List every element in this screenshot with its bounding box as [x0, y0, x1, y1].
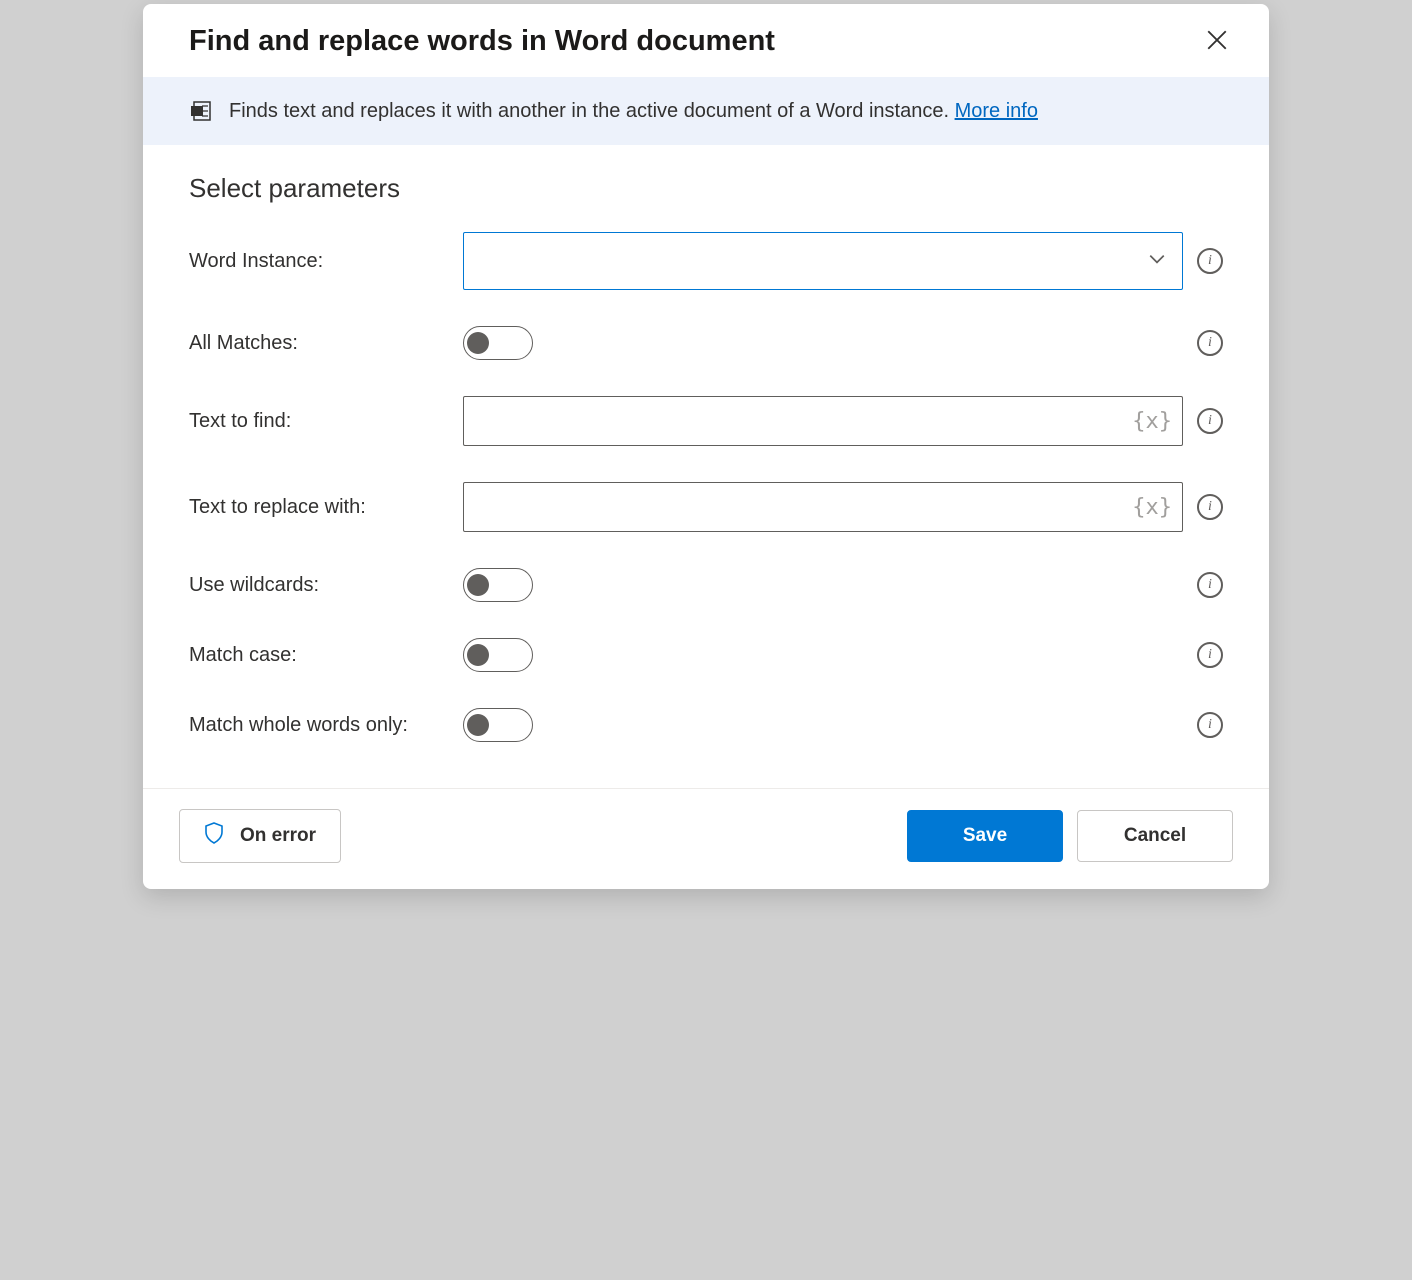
toggle-knob: [467, 644, 489, 666]
match-case-toggle[interactable]: [463, 638, 533, 672]
info-icon[interactable]: i: [1197, 494, 1223, 520]
label-word-instance: Word Instance:: [189, 250, 449, 273]
footer-actions: Save Cancel: [907, 810, 1233, 862]
variable-icon[interactable]: {x}: [1132, 495, 1172, 520]
on-error-button[interactable]: On error: [179, 809, 341, 863]
variable-icon[interactable]: {x}: [1132, 409, 1172, 434]
dialog: Find and replace words in Word document …: [143, 4, 1269, 889]
info-icon[interactable]: i: [1197, 248, 1223, 274]
info-icon[interactable]: i: [1197, 572, 1223, 598]
text-to-replace-input-wrapper: {x}: [463, 482, 1183, 532]
info-icon[interactable]: i: [1197, 330, 1223, 356]
dialog-body: Select parameters Word Instance: i All M…: [143, 145, 1269, 788]
row-word-instance: Word Instance: i: [189, 232, 1223, 290]
info-icon[interactable]: i: [1197, 408, 1223, 434]
close-button[interactable]: [1201, 24, 1233, 59]
toggle-knob: [467, 714, 489, 736]
on-error-label: On error: [240, 825, 316, 847]
label-all-matches: All Matches:: [189, 332, 449, 355]
save-button[interactable]: Save: [907, 810, 1063, 862]
word-instance-dropdown[interactable]: [463, 232, 1183, 290]
all-matches-toggle[interactable]: [463, 326, 533, 360]
dialog-header: Find and replace words in Word document: [143, 4, 1269, 77]
toggle-knob: [467, 574, 489, 596]
info-text: Finds text and replaces it with another …: [229, 100, 1038, 123]
info-icon[interactable]: i: [1197, 642, 1223, 668]
more-info-link[interactable]: More info: [955, 100, 1038, 122]
text-to-find-input-wrapper: {x}: [463, 396, 1183, 446]
label-text-to-replace: Text to replace with:: [189, 496, 449, 519]
text-to-replace-input[interactable]: [474, 483, 1138, 531]
section-title: Select parameters: [189, 173, 1223, 204]
label-match-case: Match case:: [189, 644, 449, 667]
word-icon: [189, 99, 213, 123]
label-match-whole-words: Match whole words only:: [189, 714, 449, 737]
use-wildcards-toggle[interactable]: [463, 568, 533, 602]
chevron-down-icon: [1148, 250, 1166, 273]
row-text-to-replace: Text to replace with: {x} i: [189, 482, 1223, 532]
label-use-wildcards: Use wildcards:: [189, 574, 449, 597]
info-icon[interactable]: i: [1197, 712, 1223, 738]
row-all-matches: All Matches: i: [189, 326, 1223, 360]
row-use-wildcards: Use wildcards: i: [189, 568, 1223, 602]
match-whole-words-toggle[interactable]: [463, 708, 533, 742]
row-match-whole-words: Match whole words only: i: [189, 708, 1223, 742]
close-icon: [1207, 30, 1227, 53]
label-text-to-find: Text to find:: [189, 410, 449, 433]
shield-icon: [204, 822, 224, 850]
text-to-find-input[interactable]: [474, 397, 1138, 445]
row-text-to-find: Text to find: {x} i: [189, 396, 1223, 446]
dialog-footer: On error Save Cancel: [143, 788, 1269, 889]
cancel-button[interactable]: Cancel: [1077, 810, 1233, 862]
toggle-knob: [467, 332, 489, 354]
dialog-title: Find and replace words in Word document: [189, 25, 775, 58]
info-bar: Finds text and replaces it with another …: [143, 77, 1269, 145]
row-match-case: Match case: i: [189, 638, 1223, 672]
